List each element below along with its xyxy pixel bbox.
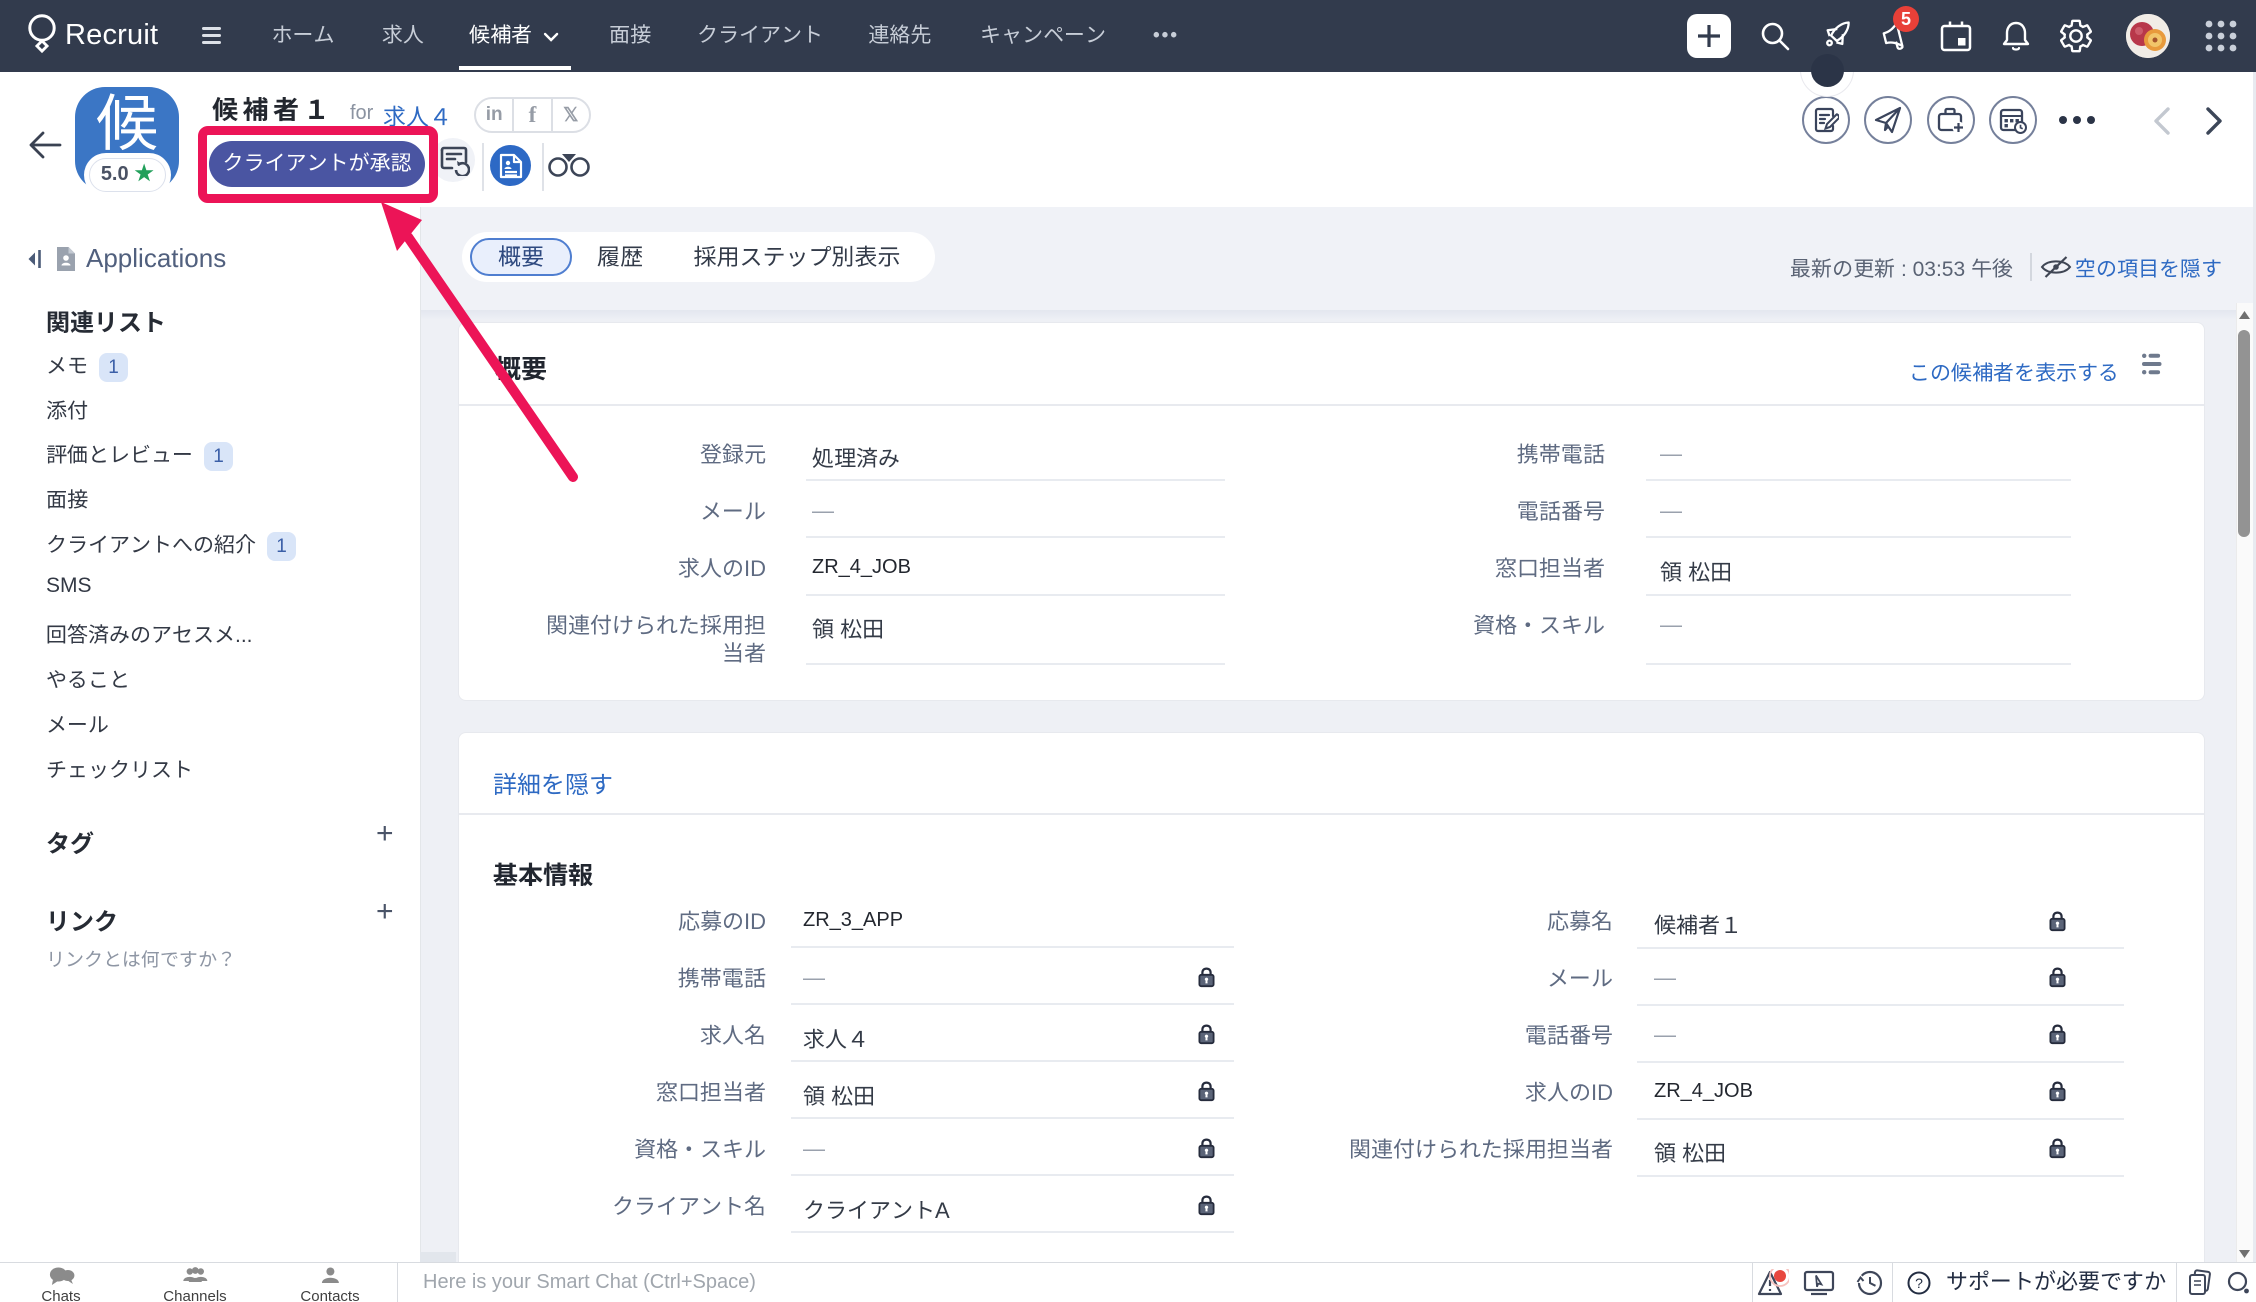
svg-text:?: ? <box>1915 1275 1923 1291</box>
